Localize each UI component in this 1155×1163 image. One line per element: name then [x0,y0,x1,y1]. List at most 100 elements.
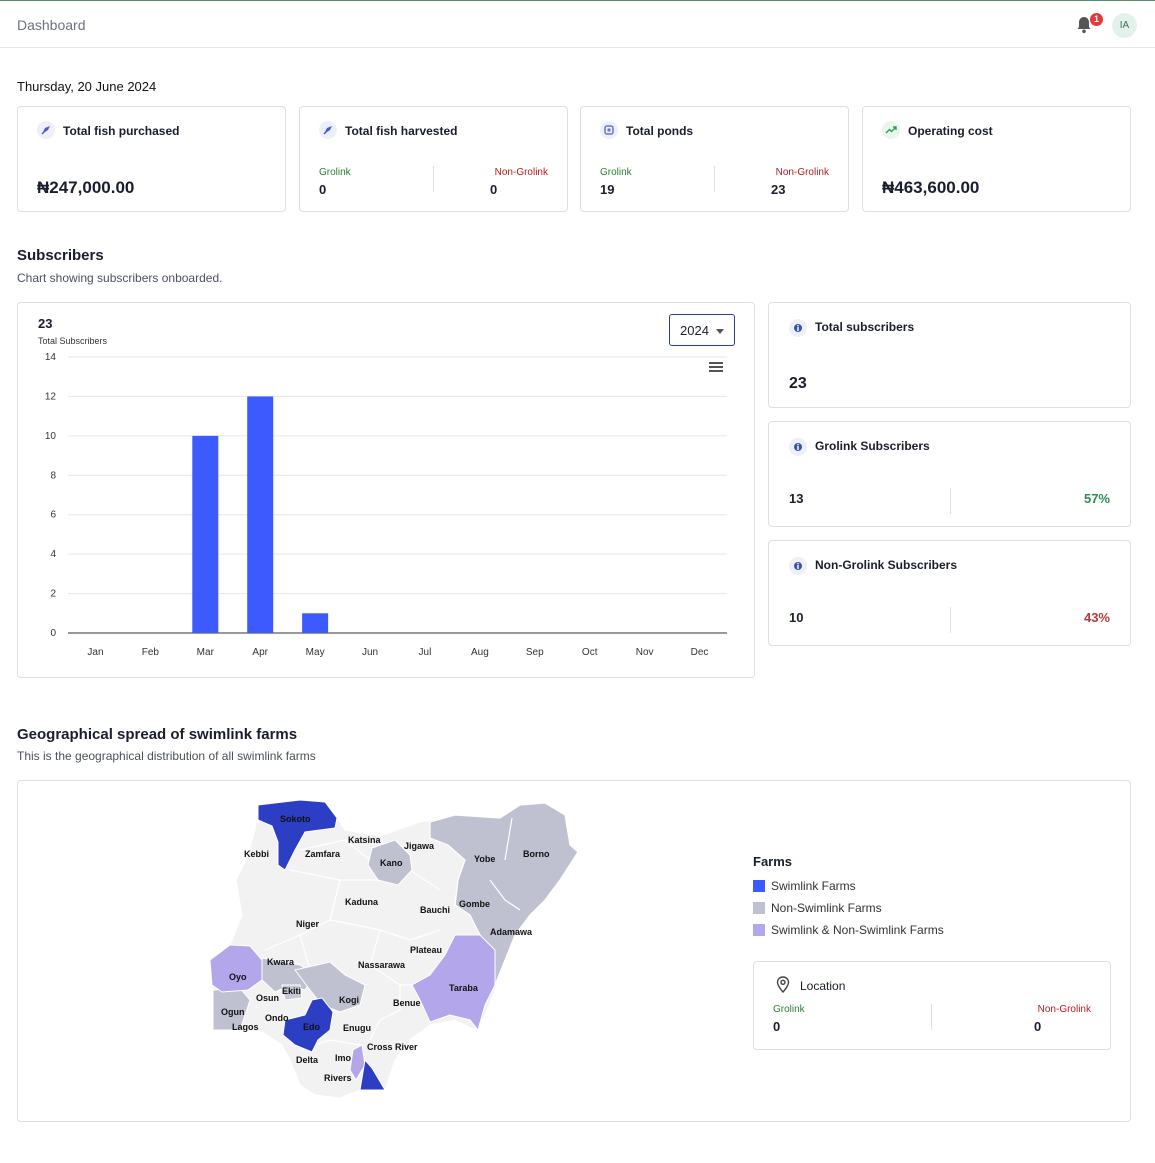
y-tick-label: 6 [50,510,56,521]
total-subscribers-value: 23 [789,375,807,392]
state-label: Imo [335,1053,352,1063]
state-label: Ogun [221,1007,245,1017]
subscribers-chart-card: 23 Total Subscribers 2024 0 2 4 6 8 10 12 14 Jan… [17,302,755,678]
info-icon [789,557,807,575]
legend-swatch [753,902,765,914]
fish-icon [37,121,55,139]
card-title: Total fish purchased [63,124,180,138]
card-title: Total ponds [626,124,694,138]
non-grolink-value: 23 [771,182,786,197]
x-tick-label: Dec [691,647,709,658]
y-tick-label: 14 [45,352,57,363]
x-tick-label: Apr [252,647,268,658]
operating-cost-value: ₦463,600.00 [882,178,980,197]
avatar[interactable]: IA [1112,13,1137,38]
state-label: Ekiti [282,986,301,996]
x-tick-label: May [306,647,325,658]
grolink-subscribers-value: 13 [789,491,804,506]
state-label: Kano [380,858,403,868]
y-tick-label: 4 [50,549,56,560]
legend-label: Swimlink & Non-Swimlink Farms [771,923,944,937]
y-tick-label: 0 [50,628,56,639]
legend-label: Swimlink Farms [771,879,856,893]
legend-item: Swimlink & Non-Swimlink Farms [753,923,944,937]
state-label: Kebbi [244,849,269,859]
legend-swatch [753,880,765,892]
card-title: Operating cost [908,124,993,138]
state-label: Kogi [339,995,359,1005]
x-tick-label: Aug [471,647,489,658]
state-label: Enugu [343,1023,371,1033]
divider [714,166,715,192]
state-label: Taraba [449,983,479,993]
grolink-value: 0 [773,1019,781,1034]
bar [302,613,329,633]
location-card: Location Grolink 0 Non-Grolink 0 [753,961,1111,1050]
state-label: Borno [523,849,550,859]
fish-harvested-card: Total fish harvested Grolink 0 Non-Groli… [299,106,568,212]
trend-up-icon [882,121,900,139]
y-tick-label: 10 [45,431,57,442]
legend-title: Farms [753,854,793,869]
location-pin-icon [776,976,790,993]
state-label: Osun [256,993,279,1003]
legend-item: Non-Swimlink Farms [753,901,882,915]
info-icon [789,319,807,337]
y-tick-label: 2 [50,589,56,600]
location-title: Location [800,979,846,993]
non-grolink-value: 0 [490,182,498,197]
page-title: Dashboard [17,17,86,33]
state-label: Edo [303,1022,321,1032]
state-label: Lagos [232,1022,259,1032]
notification-badge: 1 [1090,13,1103,26]
top-bar: Dashboard 1 IA [0,0,1155,48]
legend-label: Non-Swimlink Farms [771,901,882,915]
subscribers-title: Subscribers [17,247,104,264]
fish-purchased-value: ₦247,000.00 [37,178,135,197]
bar-chart: 0 2 4 6 8 10 12 14 Jan Feb Mar Apr May Jun Jul Aug Sep Oc… [45,352,727,658]
state-label: Delta [296,1055,319,1065]
x-tick-label: Mar [197,647,215,658]
state-label: Bauchi [420,905,450,915]
card-title: Total subscribers [815,320,915,334]
state-label: Jigawa [404,841,435,851]
geo-subtitle: This is the geographical distribution of… [17,749,316,763]
divider [931,1004,932,1030]
grolink-label: Grolink [600,167,632,178]
state-label: Benue [393,998,421,1008]
x-tick-label: Feb [142,647,160,658]
state-label: Zamfara [305,849,341,859]
state-label: Katsina [348,835,382,845]
state-label: Nassarawa [358,960,406,970]
non-grolink-label: Non-Grolink [775,167,829,178]
x-tick-label: Jun [362,647,378,658]
grolink-label: Grolink [773,1004,805,1015]
grolink-value: 0 [319,182,327,197]
card-title: Non-Grolink Subscribers [815,558,958,572]
state-label: Rivers [324,1073,352,1083]
x-tick-label: Sep [526,647,544,658]
operating-cost-card: Operating cost ₦463,600.00 [862,106,1131,212]
non-grolink-label: Non-Grolink [1037,1004,1091,1015]
state-label: Kaduna [345,897,379,907]
card-title: Total fish harvested [345,124,458,138]
state-label: Cross River [367,1042,418,1052]
state-label: Yobe [474,854,495,864]
info-icon [789,438,807,456]
current-date: Thursday, 20 June 2024 [17,79,157,94]
card-title: Grolink Subscribers [815,439,930,453]
grolink-subscribers-card: Grolink Subscribers 13 57% [768,421,1131,527]
non-grolink-percent: 43% [1083,610,1110,625]
grolink-value: 19 [600,182,615,197]
bar [192,435,219,633]
x-tick-label: Oct [582,647,598,658]
divider [433,166,434,192]
non-grolink-subscribers-value: 10 [789,610,804,625]
divider [950,607,951,633]
state-label: Gombe [459,899,490,909]
state-label: Sokoto [280,814,311,824]
non-grolink-subscribers-card: Non-Grolink Subscribers 10 43% [768,540,1131,646]
divider [950,488,951,514]
geo-title: Geographical spread of swimlink farms [17,726,298,743]
legend-item: Swimlink Farms [753,879,856,893]
